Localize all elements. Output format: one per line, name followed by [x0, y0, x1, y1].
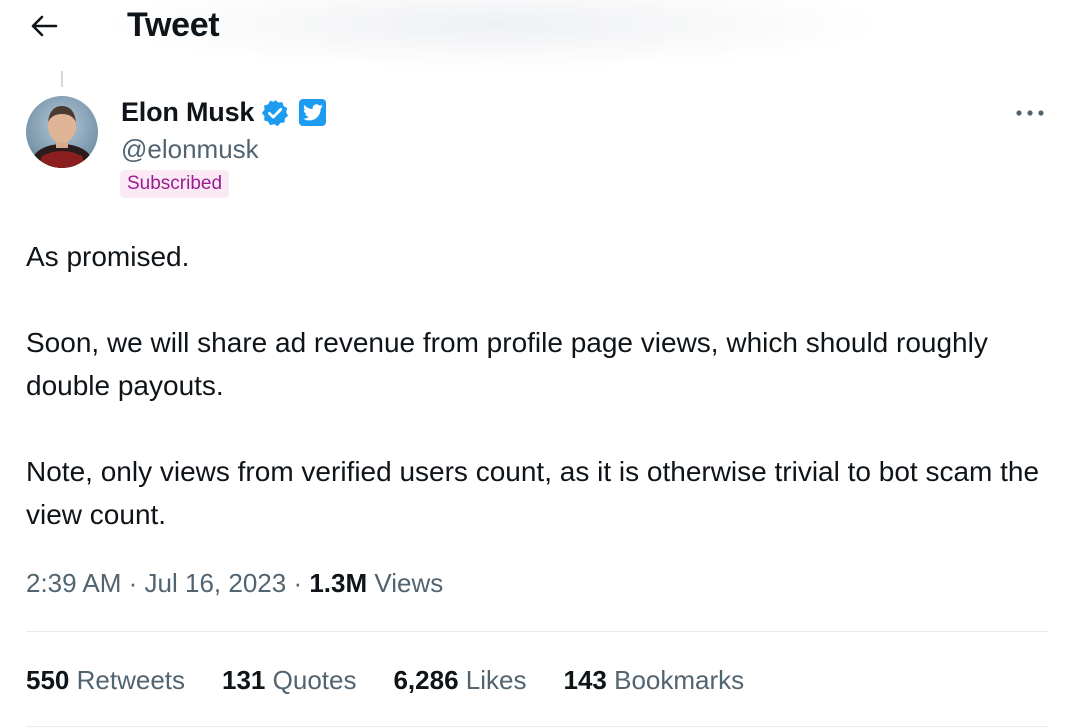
stat-count: 550: [26, 665, 70, 695]
divider: [26, 726, 1048, 727]
tweet-paragraph: Note, only views from verified users cou…: [26, 456, 1040, 530]
twitter-bird-icon: [299, 99, 326, 126]
stat-count: 131: [222, 665, 266, 695]
back-button[interactable]: [24, 6, 64, 46]
tweet-date[interactable]: Jul 16, 2023: [145, 568, 287, 598]
more-options-button[interactable]: [1010, 96, 1050, 130]
divider: [26, 631, 1048, 632]
tweet-paragraph: As promised.: [26, 241, 190, 272]
engagement-stats: 550 Retweets 131 Quotes 6,286 Likes 143 …: [26, 660, 781, 700]
stat-likes[interactable]: 6,286 Likes: [393, 660, 526, 700]
stat-label: Retweets: [76, 665, 186, 695]
views-label: Views: [374, 568, 444, 598]
tweet-page: Tweet Elon Musk @elonmusk Subscribed As …: [0, 0, 1088, 728]
stat-count: 143: [563, 665, 607, 695]
page-header: Tweet: [0, 0, 1088, 70]
stat-quotes[interactable]: 131 Quotes: [222, 660, 356, 700]
stat-label: Bookmarks: [614, 665, 745, 695]
tweet-paragraph: Soon, we will share ad revenue from prof…: [26, 327, 988, 401]
thread-connector: [61, 71, 63, 87]
stat-count: 6,286: [393, 665, 459, 695]
views-count: 1.3M: [309, 568, 368, 598]
stat-label: Quotes: [272, 665, 357, 695]
verified-check-icon: [261, 99, 289, 127]
arrow-left-icon: [31, 15, 58, 37]
subscribed-badge: Subscribed: [120, 170, 230, 198]
more-horizontal-icon: [1016, 110, 1044, 116]
tweet-meta: 2:39 AM · Jul 16, 2023 · 1.3M Views: [26, 564, 443, 602]
author-handle[interactable]: @elonmusk: [121, 133, 259, 165]
stat-retweets[interactable]: 550 Retweets: [26, 660, 185, 700]
stat-bookmarks[interactable]: 143 Bookmarks: [563, 660, 744, 700]
stat-label: Likes: [465, 665, 527, 695]
avatar[interactable]: [26, 96, 98, 168]
meta-separator: ·: [128, 568, 145, 598]
meta-separator: ·: [293, 568, 310, 598]
avatar-image: [32, 106, 92, 168]
page-title: Tweet: [127, 6, 220, 44]
author-name[interactable]: Elon Musk: [121, 96, 254, 128]
tweet-time[interactable]: 2:39 AM: [26, 568, 121, 598]
